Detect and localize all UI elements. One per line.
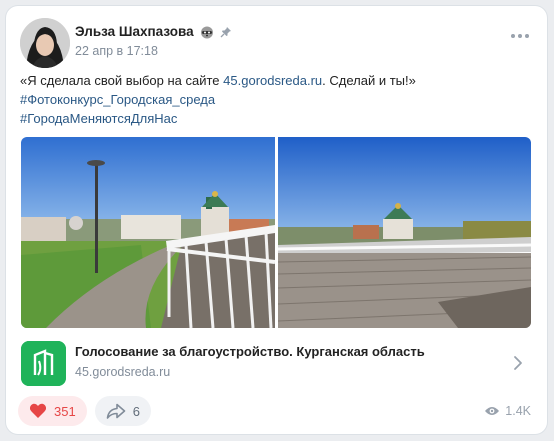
eye-icon bbox=[485, 407, 500, 415]
photo-boardwalk-deck[interactable] bbox=[278, 137, 531, 328]
hashtag-photocontest[interactable]: #Фотоконкурс_Городская_среда bbox=[20, 92, 215, 107]
chevron-right-icon[interactable] bbox=[510, 355, 526, 371]
views-count: 1.4K bbox=[505, 404, 531, 418]
gorodsreda-logo-icon bbox=[21, 341, 66, 386]
share-button[interactable]: 6 bbox=[94, 396, 151, 426]
post-text-after: . Сделай и ты!» bbox=[322, 73, 416, 88]
post-card: Эльза Шахпазова 22 апр в 17:18 «Я сделал… bbox=[6, 6, 547, 434]
like-button[interactable]: 351 bbox=[18, 396, 87, 426]
photo-gallery bbox=[21, 137, 531, 328]
like-count: 351 bbox=[54, 403, 76, 419]
share-count: 6 bbox=[132, 403, 140, 419]
post-actions: 351 6 bbox=[18, 396, 151, 426]
hashtag-cities[interactable]: #ГородаМеняютсяДляНас bbox=[20, 111, 177, 126]
heart-icon bbox=[29, 403, 47, 418]
post-text: «Я сделала свой выбор на сайте 45.gorods… bbox=[20, 71, 530, 128]
post-date[interactable]: 22 апр в 17:18 bbox=[75, 44, 158, 58]
views-counter: 1.4K bbox=[484, 404, 531, 418]
avatar[interactable] bbox=[20, 18, 70, 68]
author-name[interactable]: Эльза Шахпазова bbox=[75, 24, 194, 39]
raccoon-emoji-icon bbox=[200, 25, 214, 39]
author-name-row: Эльза Шахпазова bbox=[75, 24, 232, 39]
more-options-icon[interactable] bbox=[511, 34, 529, 38]
photo-boardwalk-railing[interactable] bbox=[21, 137, 275, 328]
post-text-before: «Я сделала свой выбор на сайте bbox=[20, 73, 224, 88]
pin-icon bbox=[220, 26, 232, 38]
link-attachment[interactable]: Голосование за благоустройство. Курганск… bbox=[21, 341, 526, 389]
post-text-link[interactable]: 45.gorodsreda.ru bbox=[223, 73, 322, 88]
link-title[interactable]: Голосование за благоустройство. Курганск… bbox=[75, 344, 425, 359]
share-arrow-icon bbox=[106, 403, 126, 419]
link-domain: 45.gorodsreda.ru bbox=[75, 365, 171, 379]
